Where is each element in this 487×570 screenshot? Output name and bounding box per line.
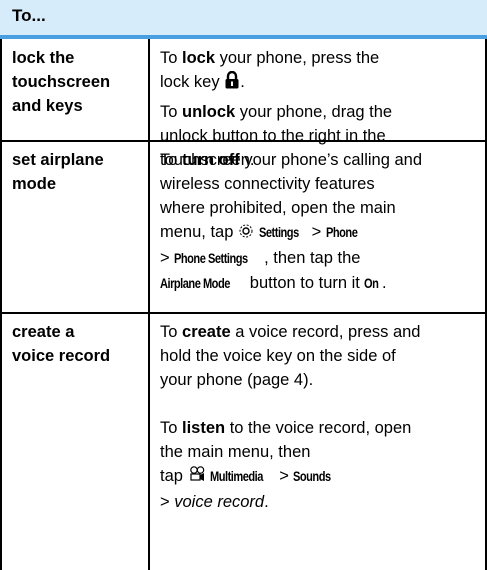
table-header: To...: [0, 0, 487, 39]
action-airplane: set airplane mode: [12, 151, 104, 193]
action-voice-record: create a voice record: [12, 323, 111, 365]
column-divider: [148, 39, 150, 570]
create-record-instruction: To create a voice record, press and hold…: [160, 323, 421, 389]
action-lock: lock the touchscreen and keys: [12, 49, 111, 115]
info-table: To... lock the touchscreen and keys To l…: [0, 0, 487, 570]
row-divider: [0, 312, 487, 314]
header-label: To...: [12, 6, 46, 25]
left-border: [0, 39, 2, 570]
multimedia-icon: [188, 465, 206, 490]
listen-record-instruction: To listen to the voice record, open the …: [160, 419, 412, 511]
lock-instruction: To lock your phone, press the lock key .: [160, 46, 480, 96]
lock-icon: [224, 70, 240, 96]
gear-icon: [238, 222, 254, 246]
airplane-instruction: To turn off your phone’s calling and wir…: [160, 151, 422, 292]
